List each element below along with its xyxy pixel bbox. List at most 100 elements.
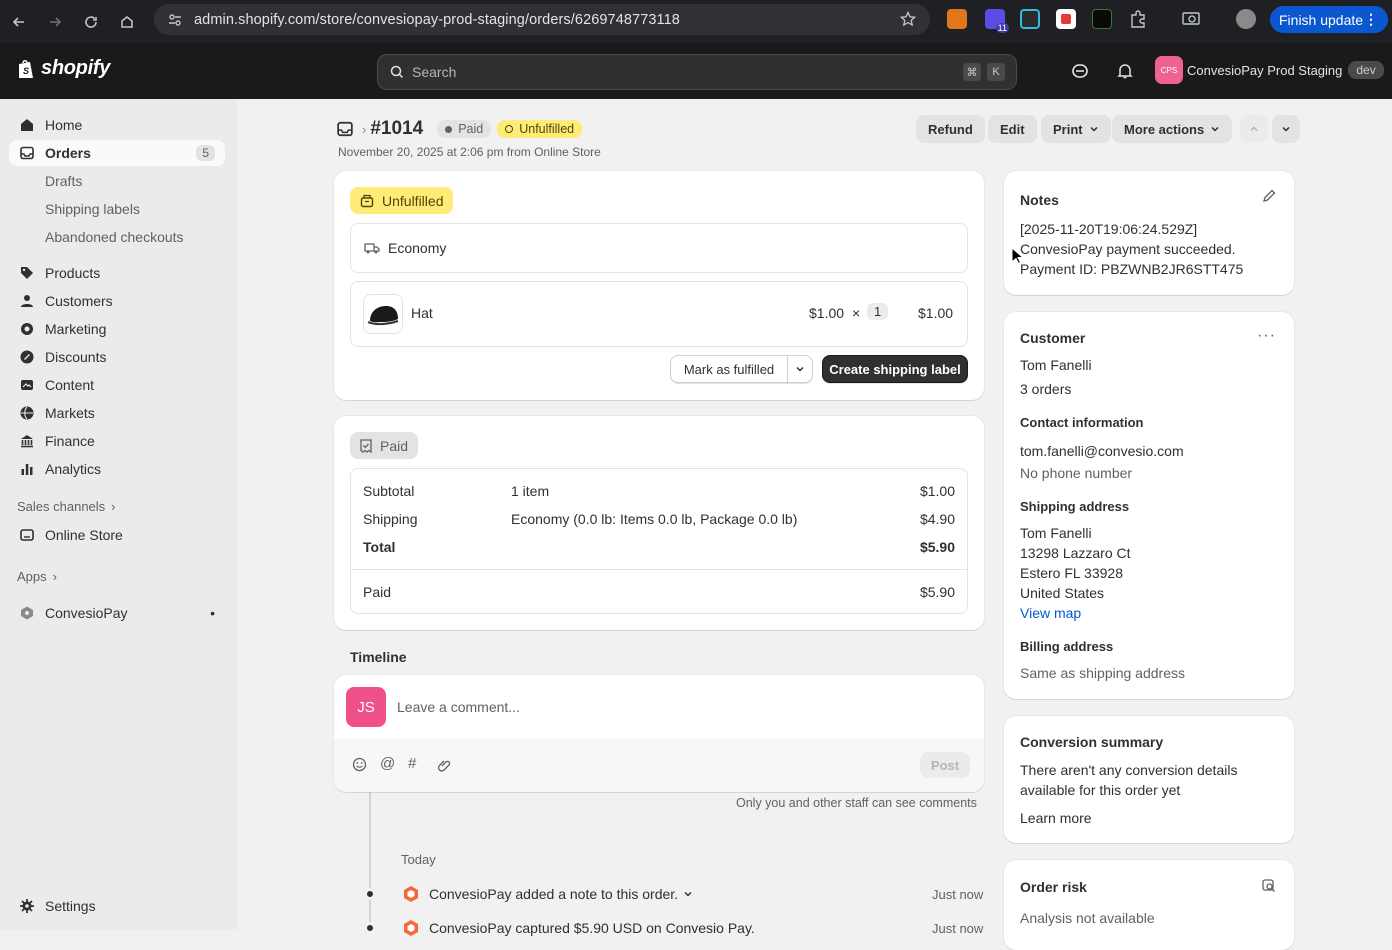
truck-icon: [364, 243, 380, 254]
reload-icon[interactable]: [78, 9, 104, 35]
badge-label: Unfulfilled: [382, 192, 444, 209]
fulfillment-card: Unfulfilled Economy Hat $1.00 × 1 $1.00 …: [334, 171, 984, 400]
site-settings-icon[interactable]: [168, 13, 182, 27]
shipping-method-label: Economy: [388, 240, 447, 256]
sidebar-item-shipping-labels[interactable]: Shipping labels: [9, 196, 225, 222]
sidebar: Home Orders 5 Drafts Shipping labels Aban…: [0, 99, 237, 930]
chevron-right-icon: ›: [52, 569, 57, 584]
customer-card: Customer ··· Tom Fanelli 3 orders Contac…: [1004, 312, 1294, 699]
button-label: More actions: [1124, 121, 1205, 137]
attachment-icon[interactable]: [436, 757, 451, 772]
user-avatar: JS: [346, 687, 386, 727]
note-line: Payment ID: PBZWNB2JR6STT475: [1020, 261, 1244, 277]
sidebar-item-marketing[interactable]: Marketing: [9, 316, 225, 342]
content-icon: [19, 377, 35, 393]
line-item: Hat $1.00 × 1 $1.00: [350, 281, 968, 347]
more-horizontal-icon[interactable]: ···: [1257, 327, 1276, 345]
fulfill-options-button[interactable]: [787, 355, 813, 383]
sidebar-item-finance[interactable]: Finance: [9, 428, 225, 454]
shopify-logo[interactable]: S shopify: [16, 57, 110, 80]
product-thumbnail[interactable]: [363, 294, 403, 334]
sidebar-item-settings[interactable]: Settings: [9, 893, 225, 919]
edit-button[interactable]: Edit: [988, 115, 1037, 143]
create-shipping-label-button[interactable]: Create shipping label: [822, 355, 968, 383]
conversion-text: There aren't any conversion details avai…: [1020, 760, 1237, 800]
sidebar-item-markets[interactable]: Markets: [9, 400, 225, 426]
orders-back-icon[interactable]: [337, 121, 353, 137]
row-label: Subtotal: [363, 483, 415, 499]
extension-icon[interactable]: 11: [985, 9, 1009, 33]
product-name[interactable]: Hat: [411, 305, 433, 321]
next-order-button[interactable]: [1272, 115, 1300, 143]
sidebar-item-discounts[interactable]: Discounts: [9, 344, 225, 370]
metamask-extension-icon[interactable]: [947, 9, 967, 29]
extension-icon[interactable]: [1092, 9, 1112, 29]
customer-email-link[interactable]: tom.fanelli@convesio.com: [1020, 441, 1184, 461]
bookmark-star-icon[interactable]: [900, 11, 916, 27]
back-icon[interactable]: [6, 9, 32, 35]
globe-icon: [19, 405, 35, 421]
sidebar-item-orders[interactable]: Orders 5: [9, 140, 225, 166]
emoji-icon[interactable]: [352, 757, 367, 772]
sidebar-item-customers[interactable]: Customers: [9, 288, 225, 314]
note-line: [2025-11-20T19:06:24.529Z]: [1020, 221, 1198, 237]
post-button[interactable]: Post: [920, 752, 970, 778]
quantity-badge: 1: [867, 303, 889, 320]
mention-icon[interactable]: @: [380, 755, 395, 772]
chevron-down-icon: [796, 366, 804, 372]
extension-icon[interactable]: [1020, 9, 1040, 29]
extensions-puzzle-icon[interactable]: [1128, 9, 1148, 29]
home-icon[interactable]: [114, 9, 140, 35]
customer-orders-link[interactable]: 3 orders: [1020, 379, 1071, 399]
sidebar-item-abandoned-checkouts[interactable]: Abandoned checkouts: [9, 224, 225, 250]
store-switcher[interactable]: CPS ConvesioPay Prod Staging dev: [1155, 56, 1384, 84]
timeline-event[interactable]: ConvesioPay captured $5.90 USD on Conves…: [429, 920, 755, 936]
billing-address: Same as shipping address: [1020, 665, 1185, 681]
more-actions-button[interactable]: More actions: [1112, 115, 1233, 143]
search-icon: [390, 65, 404, 79]
view-map-link[interactable]: View map: [1020, 603, 1131, 623]
store-name: ConvesioPay Prod Staging: [1187, 62, 1343, 78]
sidebar-item-online-store[interactable]: Online Store: [9, 522, 225, 548]
risk-analysis-icon[interactable]: [1262, 879, 1276, 893]
address-line: 13298 Lazzaro Ct: [1020, 545, 1131, 561]
bell-icon[interactable]: [1116, 62, 1134, 80]
previous-order-button[interactable]: [1240, 115, 1268, 143]
finish-update-button[interactable]: Finish update ⋮: [1270, 6, 1388, 33]
sidebar-item-home[interactable]: Home: [9, 112, 225, 138]
unfulfilled-status-badge: Unfulfilled: [497, 120, 583, 138]
pencil-edit-icon[interactable]: [1262, 189, 1276, 203]
button-label: Print: [1053, 121, 1083, 137]
timeline-event[interactable]: ConvesioPay added a note to this order.: [429, 886, 693, 902]
finish-update-label: Finish update: [1279, 11, 1364, 28]
sidebar-item-convesiopay[interactable]: ConvesioPay •: [9, 600, 225, 626]
sidebar-item-label: Discounts: [45, 349, 107, 365]
learn-more-link[interactable]: Learn more: [1020, 808, 1092, 828]
search-input[interactable]: Search ⌘ K: [377, 54, 1017, 90]
sidebar-item-label: Markets: [45, 405, 95, 421]
sidebar-item-products[interactable]: Products: [9, 260, 225, 286]
hashtag-icon[interactable]: #: [408, 755, 416, 772]
profile-avatar[interactable]: [1236, 9, 1256, 29]
sidebar-item-label: ConvesioPay: [45, 605, 128, 621]
customer-name-link[interactable]: Tom Fanelli: [1020, 355, 1092, 375]
apps-section[interactable]: Apps ›: [17, 569, 57, 584]
mark-as-fulfilled-button[interactable]: Mark as fulfilled: [670, 355, 788, 383]
row-value: $5.90: [919, 584, 955, 600]
section-label: Apps: [17, 569, 47, 584]
forward-icon[interactable]: [42, 9, 68, 35]
refund-button[interactable]: Refund: [916, 115, 985, 143]
sidebar-item-drafts[interactable]: Drafts: [9, 168, 225, 194]
extension-icon[interactable]: [1056, 9, 1076, 29]
comment-input[interactable]: Leave a comment...: [397, 699, 520, 715]
sidekick-icon[interactable]: [1071, 62, 1089, 80]
timeline-title: Timeline: [350, 649, 407, 665]
sidebar-item-content[interactable]: Content: [9, 372, 225, 398]
address-bar[interactable]: admin.shopify.com/store/convesiopay-prod…: [154, 4, 930, 35]
card-title: Customer: [1020, 330, 1086, 346]
cast-icon[interactable]: [1181, 9, 1201, 29]
print-button[interactable]: Print: [1041, 115, 1111, 143]
timeline-dot: [364, 922, 376, 934]
sales-channels-section[interactable]: Sales channels ›: [17, 499, 116, 514]
sidebar-item-analytics[interactable]: Analytics: [9, 456, 225, 482]
